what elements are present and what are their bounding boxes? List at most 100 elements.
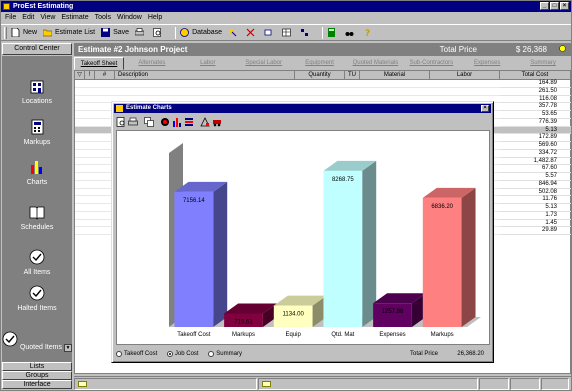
estimate-list-button[interactable]: Estimate List xyxy=(43,28,95,37)
copy-icon[interactable] xyxy=(144,117,154,127)
save-button[interactable]: Save xyxy=(101,28,129,37)
groups-button[interactable]: Groups xyxy=(2,371,72,380)
description-column-header[interactable]: Description xyxy=(115,71,295,80)
help-button[interactable]: ? xyxy=(363,28,375,37)
tab-equipment[interactable]: Equipment xyxy=(292,57,348,70)
radio-takeoff-cost[interactable]: Takeoff Cost xyxy=(116,348,157,360)
total-cost-cell[interactable]: 1.73 xyxy=(500,212,571,220)
sidebar-item-markups[interactable]: Markups xyxy=(2,119,72,146)
labor-column-header[interactable]: Labor xyxy=(430,71,500,80)
tool-button-5[interactable] xyxy=(300,28,312,37)
tab-sub-contractors[interactable]: Sub-Contractors xyxy=(403,57,459,70)
check-icon xyxy=(29,249,45,265)
maximize-button[interactable]: □ xyxy=(550,2,559,10)
minimize-button[interactable]: _ xyxy=(540,2,549,10)
total-cost-cell[interactable]: 53.65 xyxy=(500,111,571,119)
number-column-header[interactable]: # xyxy=(95,71,115,80)
bar-chart-type-icon[interactable] xyxy=(172,117,182,127)
flag-column-header[interactable]: ! xyxy=(85,71,95,80)
new-button[interactable]: New xyxy=(11,28,37,37)
color-palette-icon[interactable] xyxy=(160,117,170,127)
total-cost-cell[interactable]: 5.13 xyxy=(500,126,571,135)
total-cost-cell[interactable]: 5.13 xyxy=(500,204,571,212)
chart-style-icon[interactable] xyxy=(200,117,210,127)
menu-tools[interactable]: Tools xyxy=(92,12,114,23)
total-cost-cell[interactable]: 569.60 xyxy=(500,142,571,150)
total-cost-cell[interactable]: 5.57 xyxy=(500,173,571,181)
main-toolbar: New Estimate List Save Database ? xyxy=(1,24,571,41)
quantity-column-header[interactable]: Quantity xyxy=(295,71,345,80)
printer-icon[interactable] xyxy=(128,117,138,127)
chevron-down-icon[interactable]: ▼ xyxy=(63,344,72,352)
menu-view[interactable]: View xyxy=(37,12,58,23)
calculator-button[interactable] xyxy=(327,28,339,37)
car-icon[interactable] xyxy=(212,117,222,127)
dialog-close-button[interactable]: × xyxy=(481,105,489,112)
print-preview-button[interactable] xyxy=(153,28,165,37)
print-preview-icon[interactable] xyxy=(116,117,126,127)
legend-icon[interactable] xyxy=(184,117,194,127)
sidebar-item-label: Markups xyxy=(23,139,51,146)
total-cost-cell[interactable]: 116.08 xyxy=(500,96,571,104)
close-button[interactable]: × xyxy=(560,2,569,10)
toolbar-grip[interactable] xyxy=(4,27,7,39)
tab-expenses[interactable]: Expenses xyxy=(459,57,515,70)
sidebar-item-schedules[interactable]: Schedules xyxy=(2,204,72,231)
sidebar-item-quoted-items[interactable]: Quoted Items ▼ xyxy=(2,331,72,352)
total-cost-cell[interactable]: 29.89 xyxy=(500,227,571,235)
total-cost-cell[interactable]: 164.89 xyxy=(500,80,571,88)
print-button[interactable] xyxy=(135,28,147,37)
chart-window-icon xyxy=(116,105,123,112)
menu-window[interactable]: Window xyxy=(114,12,145,23)
database-button[interactable]: Database xyxy=(180,28,222,37)
total-cost-cell[interactable]: 11.76 xyxy=(500,196,571,204)
bar-side xyxy=(362,160,377,327)
tu-column-header[interactable]: TU xyxy=(345,71,360,80)
lists-button[interactable]: Lists xyxy=(2,362,72,371)
tab-alternates[interactable]: Alternates xyxy=(124,57,180,70)
menu-estimate[interactable]: Estimate xyxy=(58,12,91,23)
total-cost-column-header[interactable]: Total Cost xyxy=(500,71,571,80)
total-cost-cell[interactable]: 846.94 xyxy=(500,181,571,189)
tool-button-2[interactable] xyxy=(246,28,258,37)
total-cost-cell[interactable]: 1,482.87 xyxy=(500,158,571,166)
tab-quoted-materials[interactable]: Quoted Materials xyxy=(348,57,404,70)
total-cost-cell[interactable]: 357.78 xyxy=(500,103,571,111)
category-label: Markups xyxy=(431,332,454,338)
sidebar-item-charts[interactable]: Charts xyxy=(2,159,72,186)
interface-button[interactable]: Interface xyxy=(2,380,72,389)
tab-takeoff-sheet[interactable]: Takeoff Sheet xyxy=(74,57,124,70)
material-column-header[interactable]: Material xyxy=(360,71,430,80)
tool-button-4[interactable] xyxy=(282,28,294,37)
category-label: Markups xyxy=(232,332,255,338)
menu-file[interactable]: File xyxy=(1,12,19,23)
total-cost-cell[interactable]: 261.50 xyxy=(500,88,571,96)
table-row[interactable] xyxy=(75,88,500,96)
tab-summary[interactable]: Summary xyxy=(515,57,571,70)
lightbulb-icon[interactable] xyxy=(558,45,567,54)
sidebar-item-locations[interactable]: Locations xyxy=(2,78,72,105)
tool-button-1[interactable] xyxy=(228,28,240,37)
total-cost-cell[interactable]: 502.08 xyxy=(500,189,571,197)
total-cost-cell[interactable]: 172.89 xyxy=(500,134,571,142)
sidebar-item-all-items[interactable]: All Items xyxy=(2,249,72,276)
radio-summary[interactable]: Summary xyxy=(208,348,242,360)
save-label: Save xyxy=(113,29,130,36)
control-center-button[interactable]: Control Center xyxy=(2,43,72,55)
tab-special-labor[interactable]: Special Labor xyxy=(236,57,292,70)
find-button[interactable] xyxy=(345,28,357,37)
table-row[interactable] xyxy=(75,80,500,88)
filter-column-header[interactable]: ▽ xyxy=(75,71,85,80)
tab-labor[interactable]: Labor xyxy=(180,57,236,70)
total-cost-cell[interactable]: 67.60 xyxy=(500,165,571,173)
radio-job-cost[interactable]: Job Cost xyxy=(166,348,199,360)
dialog-title-bar[interactable]: Estimate Charts × xyxy=(114,104,491,113)
total-cost-cell[interactable]: 334.72 xyxy=(500,150,571,158)
total-cost-cell[interactable]: 776.39 xyxy=(500,119,571,127)
menu-edit[interactable]: Edit xyxy=(19,12,37,23)
tool-button-3[interactable] xyxy=(264,28,276,37)
menu-help[interactable]: Help xyxy=(145,12,165,23)
total-price-label: Total Price xyxy=(439,45,477,54)
sidebar-item-halted-items[interactable]: Halted Items xyxy=(2,285,72,312)
total-cost-cell[interactable]: 1.45 xyxy=(500,220,571,228)
